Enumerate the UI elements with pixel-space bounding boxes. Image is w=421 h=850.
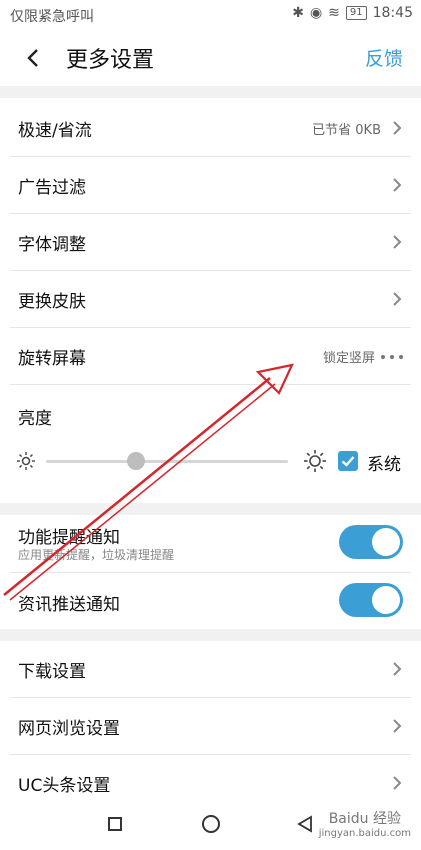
baidu-watermark: Baidu 经验 jingyan.baidu.com [319, 808, 411, 839]
nav-back-button[interactable] [296, 815, 314, 833]
watermark-sub: jingyan.baidu.com [318, 828, 411, 839]
watermark-text: Baidu 经验 [328, 811, 401, 827]
recent-apps-button[interactable] [108, 817, 122, 831]
home-button[interactable] [202, 815, 220, 833]
annotation-arrow [3, 363, 294, 601]
